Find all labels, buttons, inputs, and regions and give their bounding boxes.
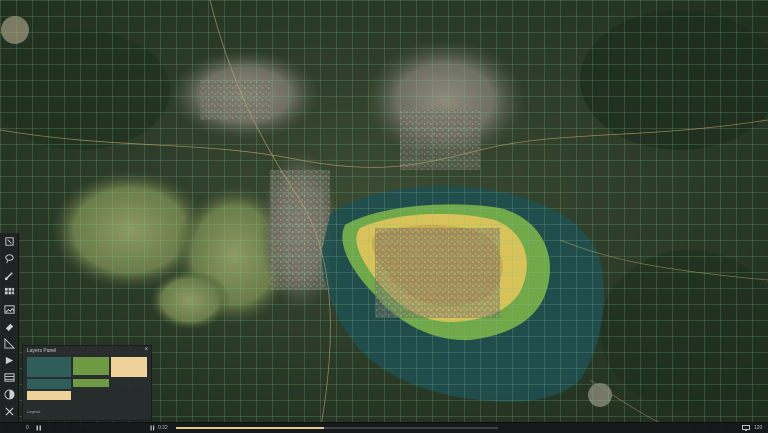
image-tool-icon[interactable] (0, 301, 18, 318)
layers-tool-icon[interactable] (0, 369, 18, 386)
city-blocks (400, 110, 480, 170)
layer-swatch[interactable] (73, 357, 109, 375)
pause-icon[interactable] (36, 424, 42, 432)
overlay-city-grid (375, 228, 500, 318)
timeline-progress-fill (176, 427, 325, 429)
zoom-label: 120 (754, 425, 763, 431)
layer-swatch[interactable] (111, 357, 147, 377)
layers-panel-title: Layers Panel (27, 348, 57, 354)
bottom-timeline-bar: 0 0:32 120 (0, 422, 768, 433)
grid-tool-icon[interactable] (0, 284, 18, 301)
time-label: 0:32 (158, 425, 168, 431)
crosshair-tool-icon[interactable] (0, 403, 18, 420)
city-blocks (270, 170, 330, 290)
clearing (1, 16, 29, 44)
hill-area (150, 270, 230, 330)
play-tool-icon[interactable] (0, 352, 18, 369)
left-toolbar (0, 233, 19, 423)
monitor-icon[interactable] (742, 424, 750, 432)
timeline-progress[interactable] (176, 427, 498, 429)
layers-panel-footer: Legend (27, 409, 41, 414)
eraser-tool-icon[interactable] (0, 318, 18, 335)
timeline-start-label: 0 (26, 425, 29, 431)
layer-swatch[interactable] (73, 379, 109, 387)
close-icon[interactable]: × (144, 347, 148, 353)
select-tool-icon[interactable] (0, 233, 18, 250)
contrast-tool-icon[interactable] (0, 386, 18, 403)
step-back-icon[interactable] (150, 424, 156, 432)
ruler-tool-icon[interactable] (0, 335, 18, 352)
city-blocks (200, 80, 270, 120)
layers-panel: Layers Panel × Legend (22, 345, 152, 421)
brush-tool-icon[interactable] (0, 267, 18, 284)
layer-swatch[interactable] (27, 379, 71, 389)
layer-swatch[interactable] (27, 357, 71, 377)
layer-swatch[interactable] (27, 391, 71, 400)
clearing (588, 383, 612, 407)
lasso-tool-icon[interactable] (0, 250, 18, 267)
